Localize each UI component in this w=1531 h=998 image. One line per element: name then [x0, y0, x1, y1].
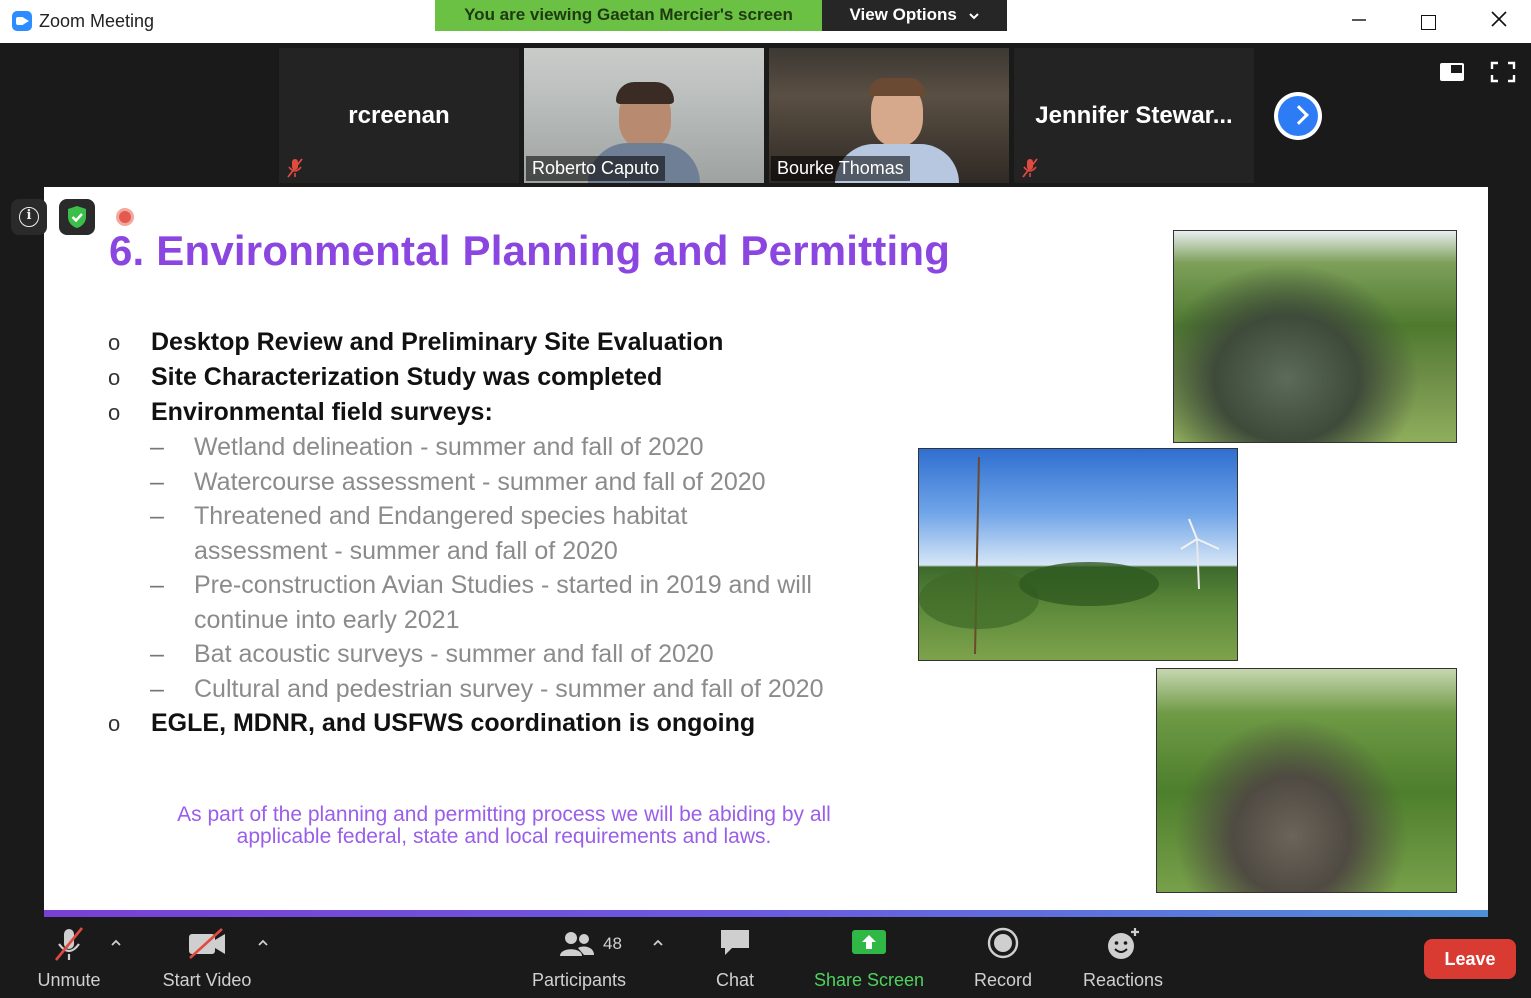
muted-mic-icon [54, 927, 84, 961]
unmute-button[interactable]: Unmute [26, 918, 112, 998]
slide-bullet-list: o Desktop Review and Preliminary Site Eva… [108, 325, 928, 741]
chevron-up-icon[interactable] [109, 936, 123, 950]
record-button[interactable]: Record [968, 918, 1038, 998]
video-off-icon [189, 928, 225, 959]
participant-tile[interactable]: Jennifer Stewar... [1014, 48, 1254, 183]
chevron-down-icon [968, 12, 979, 19]
slide-footnote: As part of the planning and permitting p… [104, 804, 904, 848]
participant-name: rcreenan [348, 102, 450, 129]
participant-video-tile[interactable]: Bourke Thomas [769, 48, 1009, 183]
participants-button[interactable]: Participants [524, 918, 634, 998]
maximize-button[interactable] [1408, 5, 1448, 37]
chat-button[interactable]: Chat [705, 918, 765, 998]
security-shield-icon[interactable] [59, 199, 95, 235]
share-screen-label: Share Screen [813, 970, 925, 990]
reactions-button[interactable]: Reactions [1078, 918, 1168, 998]
muted-mic-icon [1022, 158, 1038, 178]
minimize-button[interactable] [1339, 5, 1379, 37]
info-glyph-icon: i [26, 208, 32, 223]
fullscreen-icon[interactable] [1490, 61, 1516, 83]
list-item: o Environmental field surveys: [108, 398, 493, 426]
participant-name: Jennifer Stewar... [1035, 102, 1233, 129]
chevron-up-icon[interactable] [651, 936, 665, 950]
reactions-smiley-icon [1108, 928, 1139, 959]
footnote-line: As part of the planning and permitting p… [177, 803, 831, 826]
leave-button[interactable]: Leave [1424, 939, 1516, 979]
title-bar: Zoom Meeting You are viewing Gaetan Merc… [0, 0, 1531, 43]
participant-name-label: Bourke Thomas [771, 156, 910, 181]
zoom-app-icon [12, 11, 32, 31]
participant-name-label: Roberto Caputo [526, 156, 666, 181]
record-label: Record [973, 970, 1033, 990]
slide-title: 6. Environmental Planning and Permitting [109, 227, 951, 274]
list-item: o EGLE, MDNR, and USFWS coordination is o… [108, 709, 756, 737]
share-screen-button[interactable]: Share Screen [810, 918, 928, 998]
field-wind-turbine-photo [918, 448, 1238, 661]
viewing-screen-banner: You are viewing Gaetan Mercier's screen [435, 0, 822, 31]
next-participants-button[interactable] [1274, 92, 1322, 140]
participant-hair [616, 82, 674, 104]
shield-check-icon [68, 206, 86, 228]
sub-list-item: – Watercourse assessment - summer and fal… [150, 467, 766, 496]
close-button[interactable] [1479, 5, 1519, 37]
participants-label: Participants [531, 970, 627, 990]
participant-tile[interactable]: rcreenan [279, 48, 519, 183]
unmute-label: Unmute [37, 970, 101, 990]
sub-list-item: – Pre-construction Avian Studies - starte… [150, 571, 812, 634]
sub-list-item: – Threatened and Endangered species habit… [150, 502, 688, 565]
sub-list-item: – Bat acoustic surveys - summer and fall … [150, 640, 714, 668]
sub-list-item: – Cultural and pedestrian survey - summer… [150, 674, 824, 703]
creek-bed-photo [1156, 668, 1457, 893]
slide-accent-bar [44, 910, 1488, 917]
start-video-button[interactable]: Start Video [155, 918, 259, 998]
view-options-button[interactable]: View Options [822, 0, 1007, 31]
stream-photo [1173, 230, 1457, 443]
participant-hair [869, 78, 925, 96]
close-icon [1491, 11, 1507, 27]
sub-list-item: – Wetland delineation - summer and fall o… [150, 433, 704, 461]
video-strip: rcreenan Roberto Caputo Bourke Thomas Je… [0, 43, 1531, 187]
reactions-label: Reactions [1082, 970, 1164, 990]
chat-bubble-icon [721, 930, 749, 955]
minimize-icon [1352, 19, 1366, 21]
share-screen-icon [852, 930, 886, 954]
footnote-line: applicable federal, state and local requ… [236, 825, 772, 848]
chat-label: Chat [715, 970, 755, 990]
participant-count-badge: 48 [603, 934, 622, 953]
participant-video-tile[interactable]: Roberto Caputo [524, 48, 764, 183]
meeting-toolbar: Unmute Start Video Participants 48 Chat [0, 918, 1531, 998]
muted-mic-icon [287, 158, 303, 178]
recording-indicator-icon [116, 208, 134, 226]
view-options-label: View Options [849, 5, 957, 24]
participants-icon [560, 932, 594, 956]
list-item: o Site Characterization Study was complet… [108, 363, 663, 391]
record-icon [987, 927, 1019, 959]
meeting-info-icon[interactable]: i [11, 199, 47, 235]
wind-turbine-icon [919, 456, 1220, 655]
chevron-up-icon[interactable] [256, 936, 270, 950]
list-item: o Desktop Review and Preliminary Site Eva… [108, 328, 724, 356]
window-title: Zoom Meeting [39, 11, 155, 31]
shared-screen: 6. Environmental Planning and Permitting… [44, 187, 1488, 917]
start-video-label: Start Video [162, 970, 252, 990]
swap-layout-icon[interactable] [1439, 61, 1465, 83]
maximize-icon [1420, 14, 1436, 30]
